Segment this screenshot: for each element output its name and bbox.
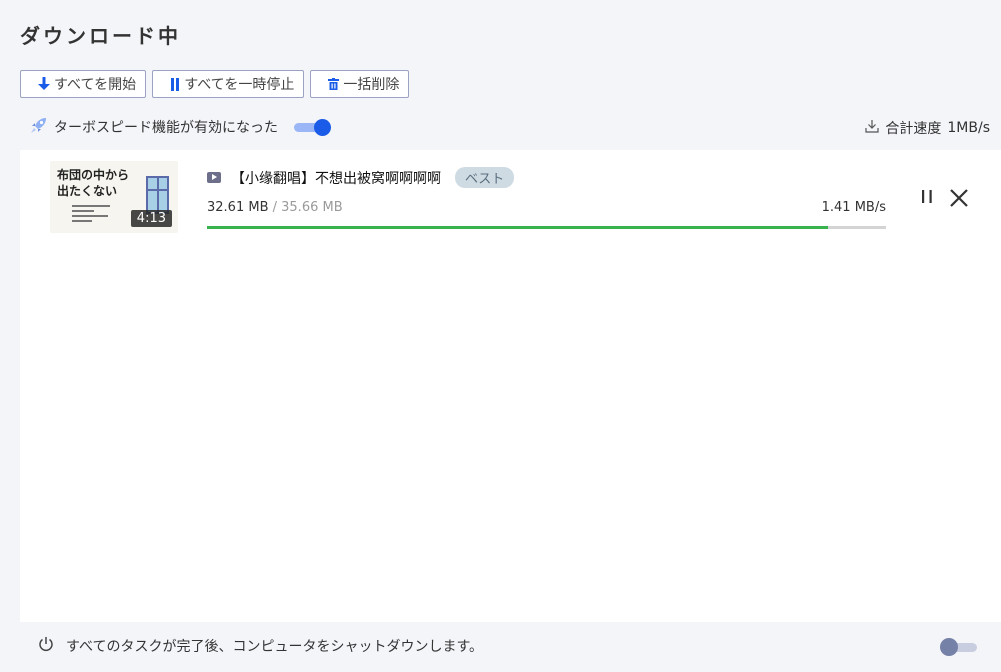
total-speed-label: 合計速度 xyxy=(885,121,942,137)
turbo-label: ターボスピード機能が有効になった xyxy=(54,120,278,136)
rocket-icon xyxy=(30,116,48,138)
delete-all-button[interactable]: 一括削除 xyxy=(310,70,410,98)
thumbnail-text: 布団の中から 出たくない xyxy=(57,168,130,198)
pause-icon xyxy=(922,190,932,203)
shutdown-label: すべてのタスクが完了後、コンピュータをシャットダウンします。 xyxy=(66,639,484,655)
trash-icon xyxy=(328,78,340,90)
title-row: 【小缘翻唱】不想出被窝啊啊啊啊 ベスト xyxy=(207,167,515,188)
video-title: 【小缘翻唱】不想出被窝啊啊啊啊 xyxy=(231,170,441,187)
page-title: ダウンロード中 xyxy=(20,24,181,48)
video-icon xyxy=(207,172,221,183)
start-all-button[interactable]: すべてを開始 xyxy=(20,70,147,98)
toolbar: すべてを開始 すべてを一時停止 一括削除 xyxy=(20,70,410,98)
total-speed-value: 1MB/s xyxy=(947,120,990,136)
delete-all-label: 一括削除 xyxy=(343,77,400,93)
video-thumbnail: 布団の中から 出たくない 4:13 xyxy=(50,161,178,233)
download-speed: 1.41 MB/s xyxy=(821,200,886,215)
downloaded-size: 32.61 MB xyxy=(207,200,269,215)
progress-bar xyxy=(207,226,886,229)
thumbnail-decoration xyxy=(72,205,112,225)
total-size: 35.66 MB xyxy=(281,200,343,215)
turbo-toggle[interactable] xyxy=(294,119,331,136)
size-separator: / xyxy=(268,200,282,215)
cancel-button[interactable] xyxy=(948,187,970,209)
progress-fill xyxy=(207,226,828,229)
quality-badge: ベスト xyxy=(455,167,515,188)
power-icon xyxy=(38,636,54,656)
size-progress: 32.61 MB / 35.66 MB xyxy=(207,200,343,215)
close-icon xyxy=(950,189,968,207)
duration-badge: 4:13 xyxy=(130,210,172,227)
footer: すべてのタスクが完了後、コンピュータをシャットダウンします。 xyxy=(38,636,483,656)
download-tray-icon xyxy=(865,119,879,137)
total-speed: 合計速度 1MB/s xyxy=(865,118,990,138)
pause-button[interactable] xyxy=(917,187,937,207)
shutdown-toggle[interactable] xyxy=(940,638,977,656)
turbo-row: ターボスピード機能が有効になった xyxy=(30,116,331,138)
pause-icon xyxy=(170,77,180,91)
pause-all-button[interactable]: すべてを一時停止 xyxy=(152,70,305,98)
start-all-label: すべてを開始 xyxy=(54,77,137,93)
window-illustration xyxy=(146,176,169,214)
pause-all-label: すべてを一時停止 xyxy=(184,77,295,93)
download-panel: 布団の中から 出たくない 4:13 【小缘翻唱】不想出被窝啊啊啊啊 ベスト 32… xyxy=(20,150,1001,622)
download-arrow-icon xyxy=(38,77,50,91)
download-item[interactable]: 布団の中から 出たくない 4:13 【小缘翻唱】不想出被窝啊啊啊啊 ベスト 32… xyxy=(20,150,1001,240)
